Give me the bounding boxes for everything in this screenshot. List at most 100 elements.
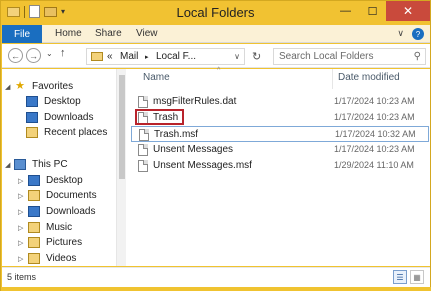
navigation-pane: ◢ ★ Favorites Desktop Downloads Recent p… [2,69,116,266]
file-row[interactable]: Unsent Messages 1/17/2024 10:23 AM [131,142,429,158]
nav-label: Downloads [44,112,94,123]
music-expander-icon[interactable]: ▷ [18,224,23,232]
nav-pc-downloads[interactable]: Downloads [28,206,95,217]
tab-view[interactable]: View [136,28,158,39]
desktop-expander-icon[interactable]: ▷ [18,177,23,185]
content-area: ◢ ★ Favorites Desktop Downloads Recent p… [2,67,430,266]
favorites-expander-icon[interactable]: ◢ [5,83,10,91]
column-header-name[interactable]: Name [143,72,170,83]
nav-label: This PC [32,159,68,170]
computer-icon [14,159,26,170]
nav-favorites-recent-places[interactable]: Recent places [26,127,107,138]
window-controls: — ☐ ✕ [332,1,430,21]
minimize-button[interactable]: — [332,1,359,21]
forward-button[interactable]: → [26,48,41,63]
file-list: ^ Name Date modified msgFilterRules.dat … [127,67,430,266]
ribbon-right-controls: ∨ ? [397,28,424,40]
nav-label: Music [46,222,73,233]
refresh-icon[interactable]: ↻ [252,50,261,63]
nav-label: Recent places [44,127,108,138]
nav-pc-videos[interactable]: Videos [28,253,76,264]
search-icon[interactable]: ⚲ [414,51,421,62]
desktop-icon [26,96,38,107]
maximize-button[interactable]: ☐ [359,1,386,21]
file-icon [138,96,148,108]
address-row: ← → ⌄ ↑ « Mail ▸ Local F... ∨ ↻ Search L… [2,44,430,68]
nav-this-pc[interactable]: This PC [14,159,68,170]
downloads-icon [28,206,40,217]
help-icon[interactable]: ? [412,28,424,40]
ribbon-tabs: File Home Share View ∨ ? [2,25,430,43]
folder-icon [91,52,103,61]
nav-label: Videos [46,253,77,264]
file-date: 1/17/2024 10:32 AM [335,129,416,139]
expand-ribbon-chevron-icon[interactable]: ∨ [397,28,404,40]
desktop-icon [28,175,40,186]
nav-pc-desktop[interactable]: Desktop [28,175,83,186]
item-count: 5 items [7,272,37,282]
tab-share[interactable]: Share [95,28,122,39]
scrollbar-thumb[interactable] [119,75,125,179]
navigation-scrollbar[interactable] [116,69,126,266]
file-name: Unsent Messages [153,144,234,155]
breadcrumb-overflow[interactable]: « [107,51,113,62]
pictures-icon [28,237,40,248]
close-button[interactable]: ✕ [386,1,430,21]
videos-expander-icon[interactable]: ▷ [18,255,23,263]
file-icon [138,160,148,172]
large-icons-view-icon[interactable]: ▦ [410,270,424,284]
nav-label: Documents [46,190,97,201]
file-name: Unsent Messages.msf [153,160,252,171]
documents-icon [28,190,40,201]
address-bar[interactable]: « Mail ▸ Local F... ∨ [86,48,245,65]
view-switcher: ☰ ▦ [393,270,424,284]
file-row[interactable]: msgFilterRules.dat 1/17/2024 10:23 AM [131,94,429,110]
up-button[interactable]: ↑ [60,47,66,59]
tab-home[interactable]: Home [55,28,82,39]
nav-favorites[interactable]: ★ Favorites [14,80,73,93]
pictures-expander-icon[interactable]: ▷ [18,239,23,247]
file-date: 1/17/2024 10:23 AM [334,112,415,122]
search-placeholder: Search Local Folders [279,51,374,62]
nav-favorites-desktop[interactable]: Desktop [26,96,81,107]
downloads-icon [26,112,38,123]
thispc-expander-icon[interactable]: ◢ [5,161,10,169]
search-input[interactable]: Search Local Folders ⚲ [273,48,426,65]
file-date: 1/29/2024 11:10 AM [334,160,414,170]
breadcrumb-mail[interactable]: Mail [120,51,138,62]
window-bottom-border [1,287,431,291]
downloads-expander-icon[interactable]: ▷ [18,208,23,216]
file-date: 1/17/2024 10:23 AM [334,144,415,154]
file-icon [138,144,148,156]
file-name: msgFilterRules.dat [153,96,237,107]
breadcrumb-local-folders[interactable]: Local F... [156,51,196,62]
details-view-icon[interactable]: ☰ [393,270,407,284]
nav-pc-documents[interactable]: Documents [28,190,97,201]
nav-pc-music[interactable]: Music [28,222,72,233]
file-row[interactable]: Unsent Messages.msf 1/29/2024 11:10 AM [131,158,429,174]
recent-places-icon [26,127,38,138]
star-icon: ★ [15,80,25,92]
title-bar: ▾ Local Folders — ☐ ✕ [1,1,430,25]
status-bar: 5 items ☰ ▦ [2,267,430,287]
column-divider[interactable] [332,69,333,89]
nav-label: Desktop [46,175,83,186]
breadcrumb-separator-icon[interactable]: ▸ [145,53,149,61]
nav-label: Desktop [44,96,81,107]
back-button[interactable]: ← [8,48,23,63]
file-date: 1/17/2024 10:23 AM [334,96,415,106]
file-row[interactable]: Trash.msf 1/17/2024 10:32 AM [131,126,429,142]
videos-icon [28,253,40,264]
nav-label: Pictures [46,237,83,248]
highlight-box [135,109,184,125]
explorer-window: ▾ Local Folders — ☐ ✕ File Home Share Vi… [0,0,431,291]
documents-expander-icon[interactable]: ▷ [18,192,23,200]
address-dropdown-chevron-icon[interactable]: ∨ [234,52,240,61]
column-header-date-modified[interactable]: Date modified [338,72,400,83]
recent-locations-chevron-icon[interactable]: ⌄ [46,49,53,58]
nav-favorites-downloads[interactable]: Downloads [26,112,93,123]
nav-label: Downloads [46,206,96,217]
nav-pc-pictures[interactable]: Pictures [28,237,82,248]
music-icon [28,222,40,233]
tab-file[interactable]: File [2,25,42,43]
